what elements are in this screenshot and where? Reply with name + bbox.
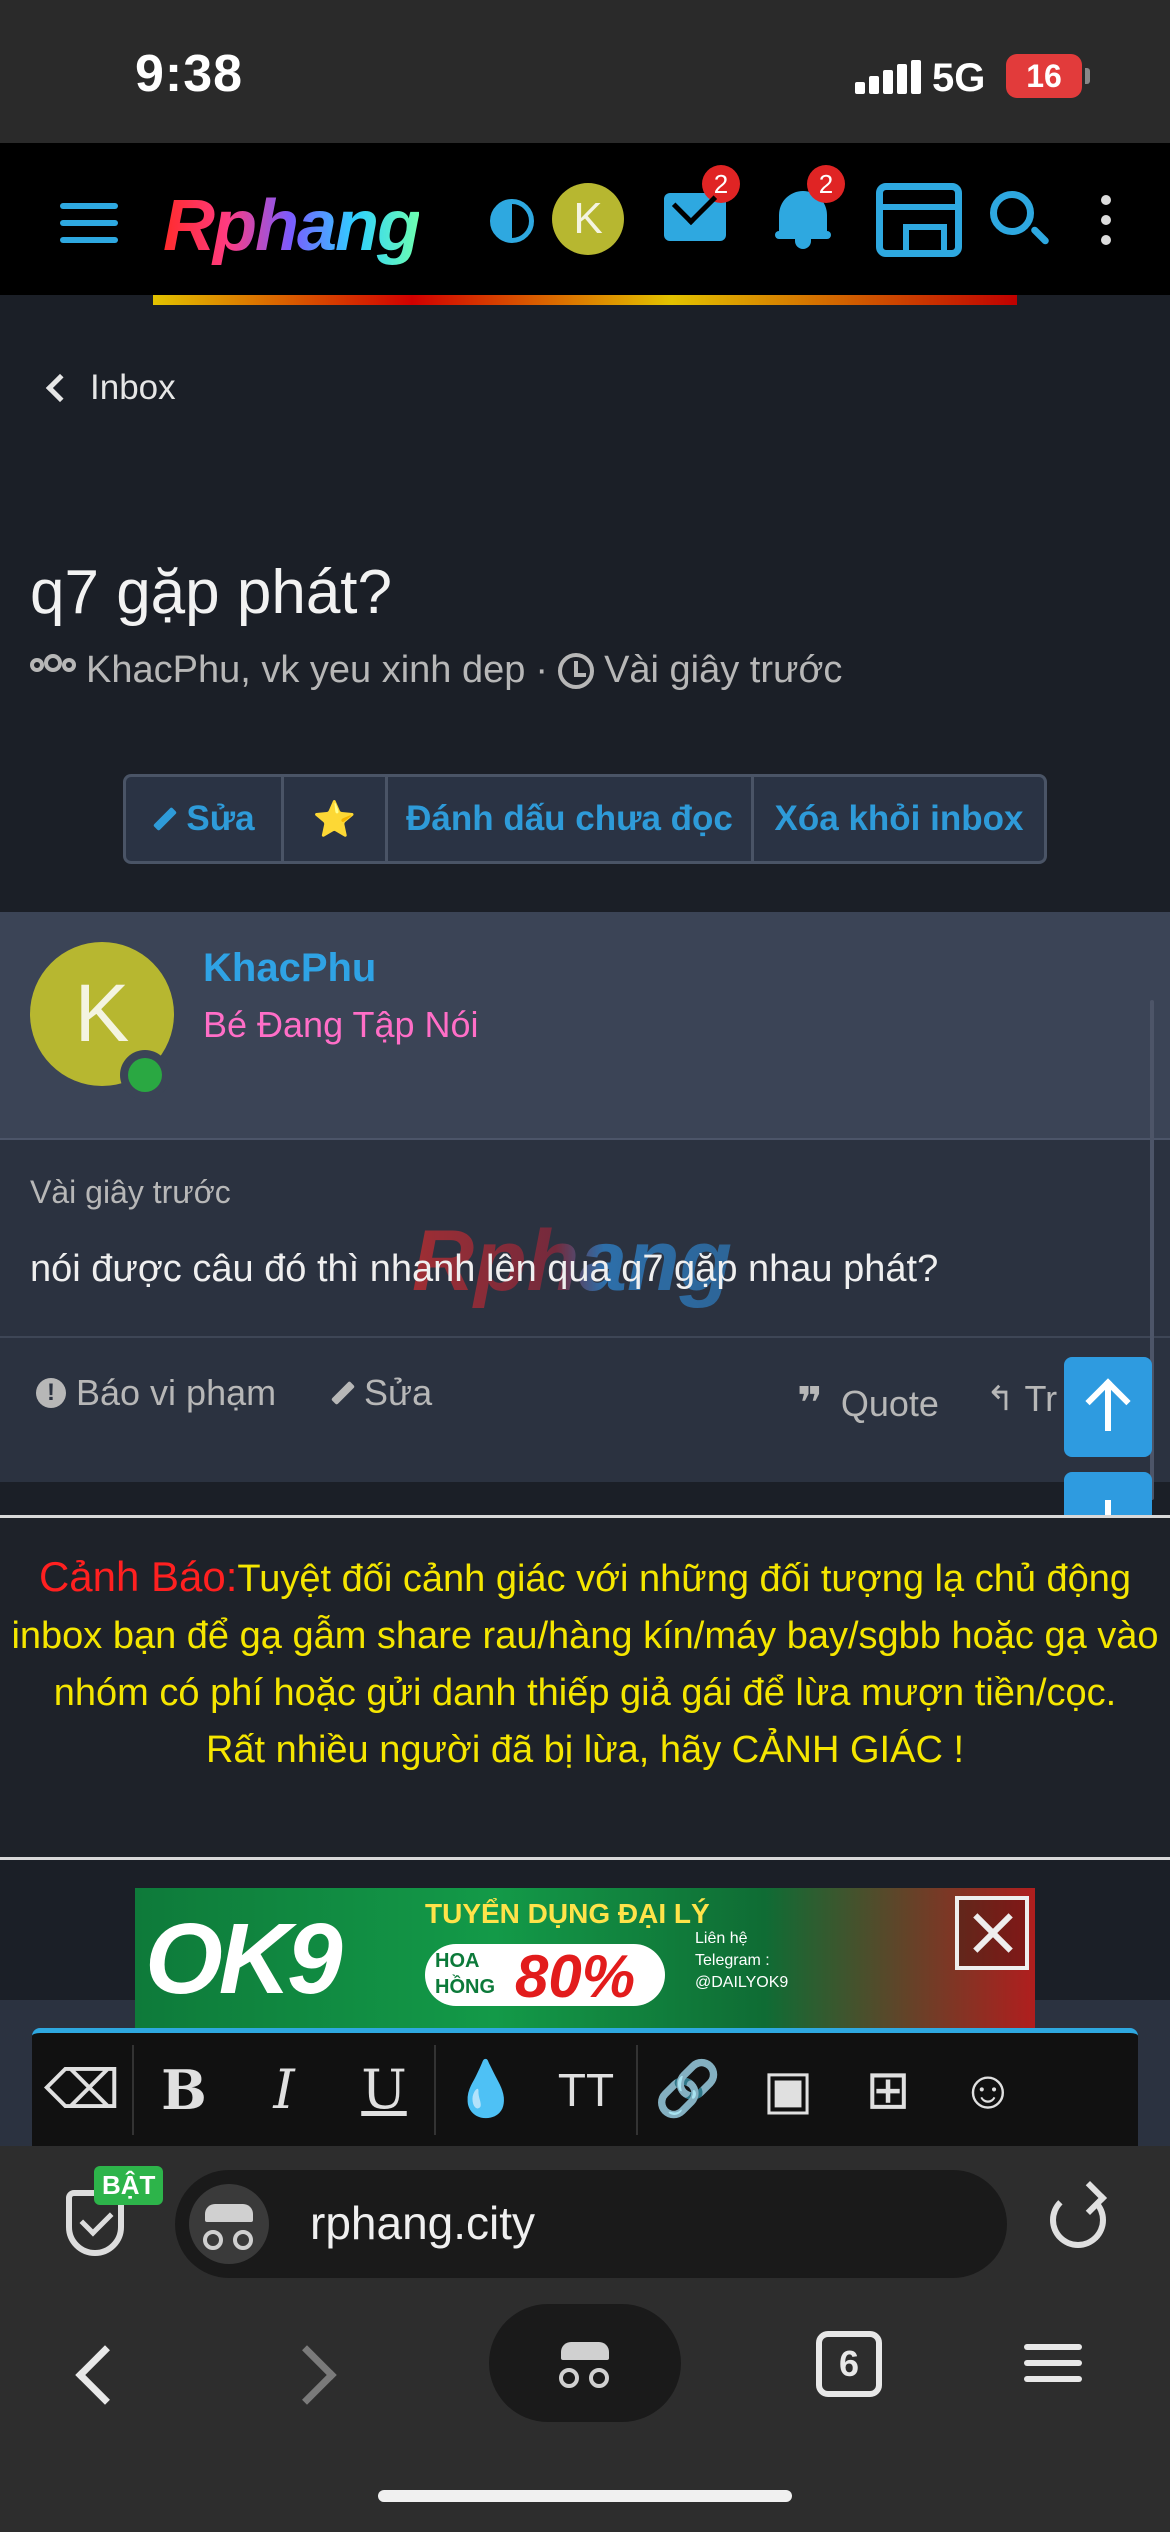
user-title: Bé Đang Tập Nói [203, 1004, 479, 1045]
store-icon[interactable] [876, 183, 962, 257]
more-icon[interactable] [1101, 195, 1111, 245]
mail-icon[interactable]: 2 [664, 165, 740, 241]
edit-message-button[interactable]: Sửa [330, 1372, 432, 1414]
network-type: 5G [932, 56, 986, 100]
quote-button[interactable]: ❞ Quote [797, 1378, 939, 1429]
edit-label: Sửa [364, 1372, 433, 1413]
incognito-icon [545, 2322, 625, 2402]
browser-menu-icon[interactable] [1024, 2344, 1082, 2392]
report-label: Báo vi phạm [76, 1372, 277, 1413]
thread-time: Vài giây trước [604, 649, 843, 691]
theme-toggle-icon[interactable] [490, 199, 534, 243]
url-text[interactable]: rphang.city [310, 2196, 535, 2250]
edit-label: Sửa [186, 799, 255, 838]
browser-bottom-bar: BẬT rphang.city 6 [0, 2146, 1170, 2532]
remove-from-inbox-button[interactable]: Xóa khỏi inbox [754, 777, 1044, 861]
clock: 9:38 [135, 45, 244, 103]
message-body: nói được câu đó thì nhanh lên qua q7 gặp… [30, 1248, 939, 1290]
status-bar: 9:38 5G 16 [0, 0, 1170, 143]
star-button[interactable]: ⭐ [284, 777, 388, 861]
search-icon[interactable] [990, 191, 1034, 235]
ad-banner[interactable]: OK9 TUYỂN DỤNG ĐẠI LÝ HOA HỒNG 80% Liên … [135, 1888, 1035, 2030]
editor-toolbar: ⌫ B I U 💧 TT 🔗 ▣ ⊞ ☺ [32, 2028, 1138, 2146]
tabs-button[interactable]: 6 [816, 2331, 882, 2397]
mark-unread-button[interactable]: Đánh dấu chưa đọc [388, 777, 754, 861]
scam-warning: Cảnh Báo:Tuyệt đối cảnh giác với những đ… [0, 1515, 1170, 1860]
meta-separator: · [535, 649, 549, 691]
back-to-inbox-link[interactable]: Inbox [45, 368, 176, 408]
message-time[interactable]: Vài giây trước [30, 1174, 231, 1211]
eraser-icon[interactable]: ⌫ [32, 2058, 132, 2121]
video-icon[interactable]: ⊞ [838, 2058, 938, 2121]
online-status-icon [120, 1050, 170, 1100]
ad-logo: OK9 [145, 1903, 343, 2015]
quote-icon: ❞ [797, 1379, 823, 1428]
pencil-icon [330, 1380, 356, 1406]
warning-label: Cảnh Báo: [38, 1553, 238, 1600]
thread-header: Inbox q7 gặp phát? KhacPhu, vk yeu xinh … [0, 305, 1170, 910]
ad-headline: TUYỂN DỤNG ĐẠI LÝ [425, 1898, 710, 1929]
shield-status-badge: BẬT [94, 2166, 164, 2205]
ad-percent: 80% [515, 1943, 636, 2010]
site-logo[interactable]: Rphang [163, 185, 421, 267]
edit-thread-button[interactable]: Sửa [126, 777, 284, 861]
reply-button[interactable]: ↰ Tr [986, 1378, 1057, 1420]
reload-icon[interactable] [1050, 2192, 1106, 2248]
address-bar[interactable]: rphang.city [175, 2170, 1007, 2278]
ad-hoa-hong: HOA HỒNG [435, 1950, 495, 1998]
reply-label: Tr [1024, 1378, 1058, 1419]
italic-icon[interactable]: I [234, 2058, 334, 2121]
notification-badge: 2 [807, 165, 845, 203]
ad-contact: Liên hệ Telegram : @DAILYOK9 [695, 1930, 789, 1991]
color-icon[interactable]: 💧 [436, 2058, 536, 2121]
clock-icon [558, 652, 595, 689]
forward-icon[interactable] [277, 2345, 337, 2405]
report-button[interactable]: ! Báo vi phạm [36, 1372, 276, 1414]
mail-badge: 2 [702, 165, 740, 203]
message-card: K KhacPhu Bé Đang Tập Nói Vài giây trước… [0, 912, 1170, 1482]
incognito-button[interactable] [489, 2304, 681, 2422]
top-ad-strip[interactable] [153, 295, 1017, 305]
scroll-to-top-button[interactable] [1064, 1357, 1152, 1457]
battery-icon: 16 [1006, 54, 1082, 98]
text-size-icon[interactable]: TT [536, 2063, 636, 2117]
emoji-icon[interactable]: ☺ [938, 2059, 1038, 2121]
underline-icon[interactable]: U [334, 2058, 434, 2121]
bold-icon[interactable]: B [134, 2058, 234, 2122]
participants-icon [30, 653, 76, 688]
message-user-header: K KhacPhu Bé Đang Tập Nói [0, 912, 1170, 1140]
image-icon[interactable]: ▣ [738, 2058, 838, 2121]
participants[interactable]: KhacPhu, vk yeu xinh dep [86, 649, 525, 692]
signal-icon [855, 60, 921, 94]
warning-emphasis: Rất nhiều người đã bị lừa, hãy CẢNH GIÁC… [205, 1729, 964, 1771]
site-header: Rphang K 2 2 [0, 143, 1170, 295]
battery-tip [1085, 68, 1090, 84]
bell-icon[interactable]: 2 [775, 165, 845, 249]
chevron-left-icon [45, 373, 75, 403]
quote-label: Quote [840, 1382, 939, 1424]
thread-action-bar: Sửa ⭐ Đánh dấu chưa đọc Xóa khỏi inbox [123, 774, 1047, 864]
divider [0, 1336, 1170, 1338]
avatar[interactable]: K [552, 183, 624, 255]
message-actions: ! Báo vi phạm Sửa ❞ Quote ↰ Tr [0, 1372, 1170, 1442]
page-title: q7 gặp phát? [30, 558, 393, 627]
thread-meta: KhacPhu, vk yeu xinh dep · Vài giây trướ… [30, 649, 842, 692]
back-icon[interactable] [75, 2345, 135, 2405]
reply-icon: ↰ [986, 1380, 1015, 1418]
username[interactable]: KhacPhu [203, 946, 376, 991]
inbox-label: Inbox [90, 368, 176, 407]
warning-icon: ! [36, 1378, 66, 1408]
pencil-icon [153, 806, 178, 832]
incognito-icon [189, 2184, 269, 2264]
home-indicator [378, 2490, 792, 2502]
menu-icon[interactable] [60, 203, 118, 243]
close-ad-icon[interactable] [955, 1896, 1029, 1970]
link-icon[interactable]: 🔗 [638, 2058, 738, 2121]
